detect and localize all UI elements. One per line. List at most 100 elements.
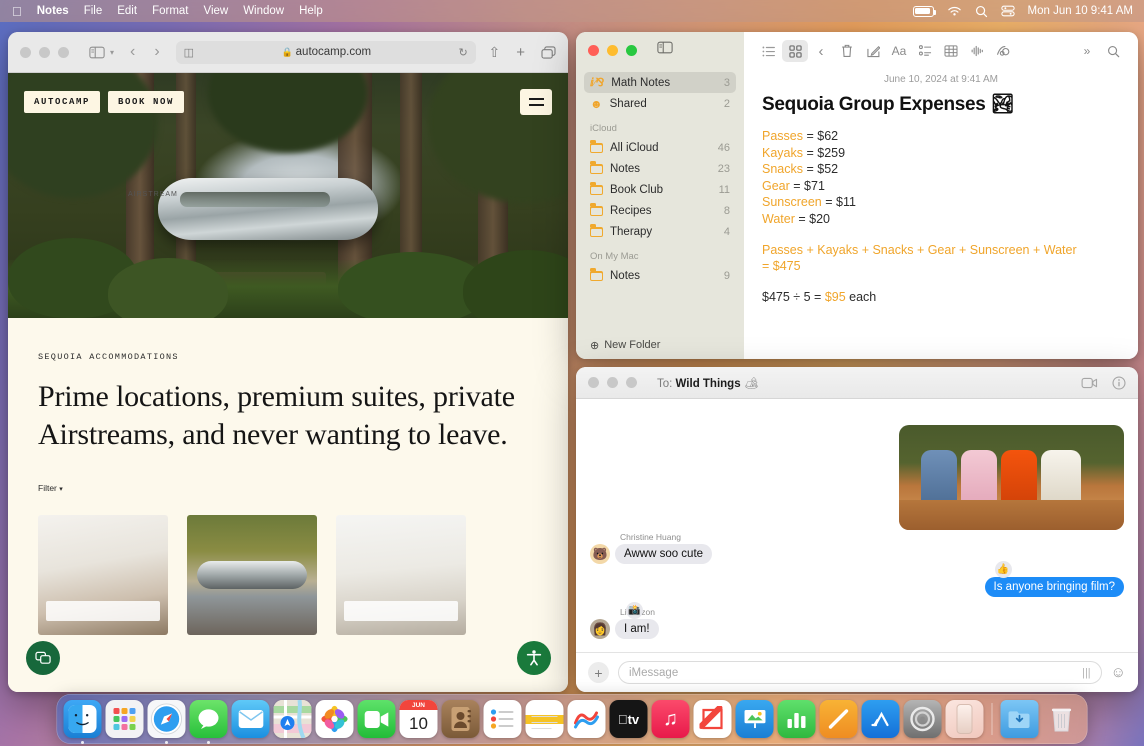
forward-chevron-icon[interactable]: › (154, 43, 159, 61)
sidebar-item-shared[interactable]: ☻ Shared 2 (584, 93, 736, 114)
search-icon[interactable] (975, 5, 988, 18)
dock-app-calendar[interactable]: JUN 10 (400, 700, 438, 738)
hamburger-menu-icon[interactable] (520, 89, 552, 115)
menu-item-view[interactable]: View (203, 5, 228, 17)
note-content[interactable]: June 10, 2024 at 9:41 AM Sequoia Group E… (744, 70, 1138, 305)
dock-app-iphone-mirroring[interactable] (946, 700, 984, 738)
listing-card-bedroom[interactable] (336, 515, 466, 635)
notes-traffic-lights[interactable] (588, 45, 637, 56)
wifi-icon[interactable] (947, 6, 962, 17)
avatar[interactable]: 🐻 (590, 544, 610, 564)
back-chevron-icon[interactable]: ‹ (808, 40, 834, 62)
shared-photo[interactable] (899, 425, 1124, 530)
info-circle-icon[interactable] (1112, 376, 1126, 390)
menu-item-notes[interactable]: Notes (37, 5, 69, 17)
sidebar-item-math-notes[interactable]: ⅈ⁄⅋ Math Notes 3 (584, 72, 736, 93)
menu-clock[interactable]: Mon Jun 10 9:41 AM (1028, 5, 1133, 17)
reader-view-icon[interactable]: ◫ (184, 46, 194, 59)
dock-app-notes[interactable] (526, 700, 564, 738)
dock-app-reminders[interactable] (484, 700, 522, 738)
dock-app-maps[interactable] (274, 700, 312, 738)
chevron-down-icon[interactable]: ▾ (110, 48, 114, 57)
sidebar-item-recipes[interactable]: Recipes 8 (584, 200, 736, 221)
back-chevron-icon[interactable]: ‹ (130, 43, 135, 61)
markup-icon[interactable] (990, 40, 1016, 62)
list-view-icon[interactable] (756, 40, 782, 62)
dock-app-facetime[interactable] (358, 700, 396, 738)
sidebar-item-local-notes[interactable]: Notes 9 (584, 265, 736, 286)
dock-app-photos[interactable] (316, 700, 354, 738)
sidebar-item-notes[interactable]: Notes 23 (584, 158, 736, 179)
chat-bubble-icon[interactable] (26, 641, 60, 675)
delete-note-icon[interactable] (834, 40, 860, 62)
dock-app-system-settings[interactable] (904, 700, 942, 738)
site-logo[interactable]: AUTOCAMP (24, 91, 100, 113)
dock-folder-downloads[interactable] (1001, 700, 1039, 738)
new-folder-button[interactable]: ⊕ New Folder (576, 331, 744, 359)
reload-icon[interactable]: ↻ (458, 46, 467, 59)
close-button[interactable] (20, 47, 31, 58)
control-center-icon[interactable] (1001, 5, 1015, 17)
close-button[interactable] (588, 377, 599, 388)
sidebar-item-all-icloud[interactable]: All iCloud 46 (584, 137, 736, 158)
message-input[interactable]: iMessage ||| (618, 661, 1102, 684)
book-now-button[interactable]: BOOK NOW (108, 91, 184, 113)
table-icon[interactable] (938, 40, 964, 62)
sidebar-icon[interactable] (89, 46, 105, 59)
plus-icon[interactable]: + (516, 44, 525, 61)
messages-thread[interactable]: Christine Huang 🐻 Awww soo cute 👍 Is any… (576, 399, 1138, 652)
sidebar-toggle-icon[interactable] (657, 41, 673, 59)
dock-app-numbers[interactable] (778, 700, 816, 738)
dock-app-freeform[interactable] (568, 700, 606, 738)
dock-app-mail[interactable] (232, 700, 270, 738)
menu-item-help[interactable]: Help (299, 5, 323, 17)
messages-traffic-lights[interactable] (588, 377, 637, 388)
minimize-button[interactable] (39, 47, 50, 58)
close-button[interactable] (588, 45, 599, 56)
tapback-thumbs-up[interactable]: 👍 (995, 561, 1012, 578)
format-text-icon[interactable]: Aa (886, 40, 912, 62)
plus-icon[interactable]: + (588, 662, 609, 683)
gallery-view-icon[interactable] (782, 40, 808, 62)
apple-menu-icon[interactable]:  (12, 5, 22, 18)
menu-item-edit[interactable]: Edit (117, 5, 137, 17)
dock-app-finder[interactable] (64, 700, 102, 738)
dock-app-keynote[interactable] (736, 700, 774, 738)
avatar[interactable]: 👩 (590, 619, 610, 639)
dock-app-contacts[interactable] (442, 700, 480, 738)
share-icon[interactable]: ⇧ (489, 44, 501, 61)
battery-icon[interactable] (913, 6, 934, 17)
dock-app-appstore[interactable] (862, 700, 900, 738)
dock-app-news[interactable] (694, 700, 732, 738)
conversation-recipient[interactable]: To: Wild Things 🏕 (657, 376, 758, 390)
message-bubble[interactable]: Is anyone bringing film? (985, 577, 1124, 597)
sidebar-item-therapy[interactable]: Therapy 4 (584, 221, 736, 242)
dock-app-tv[interactable]: tv (610, 700, 648, 738)
accessibility-icon[interactable] (517, 641, 551, 675)
zoom-button[interactable] (626, 377, 637, 388)
address-bar[interactable]: ◫ 🔒 autocamp.com ↻ (176, 41, 476, 64)
dock-trash[interactable] (1043, 700, 1081, 738)
dock-app-pages[interactable] (820, 700, 858, 738)
sidebar-item-book-club[interactable]: Book Club 11 (584, 179, 736, 200)
audio-waveform-icon[interactable]: ||| (1082, 667, 1091, 679)
audio-recording-icon[interactable] (964, 40, 990, 62)
minimize-button[interactable] (607, 45, 618, 56)
dock-app-launchpad[interactable] (106, 700, 144, 738)
dock-app-safari[interactable] (148, 700, 186, 738)
listing-card-kitchen[interactable] (38, 515, 168, 635)
menu-item-file[interactable]: File (84, 5, 103, 17)
dock-app-messages[interactable] (190, 700, 228, 738)
message-bubble[interactable]: I am! (615, 619, 659, 639)
filter-control[interactable]: Filter ▾ (38, 483, 538, 493)
facetime-video-icon[interactable] (1081, 377, 1098, 389)
menu-item-window[interactable]: Window (243, 5, 284, 17)
zoom-button[interactable] (58, 47, 69, 58)
dock-app-music[interactable]: ♫ (652, 700, 690, 738)
zoom-button[interactable] (626, 45, 637, 56)
emoji-smiley-icon[interactable]: ☺ (1111, 664, 1126, 681)
tapback-camera[interactable]: 📸 (626, 602, 643, 619)
more-icon[interactable]: » (1074, 40, 1100, 62)
checklist-icon[interactable] (912, 40, 938, 62)
compose-note-icon[interactable] (860, 40, 886, 62)
